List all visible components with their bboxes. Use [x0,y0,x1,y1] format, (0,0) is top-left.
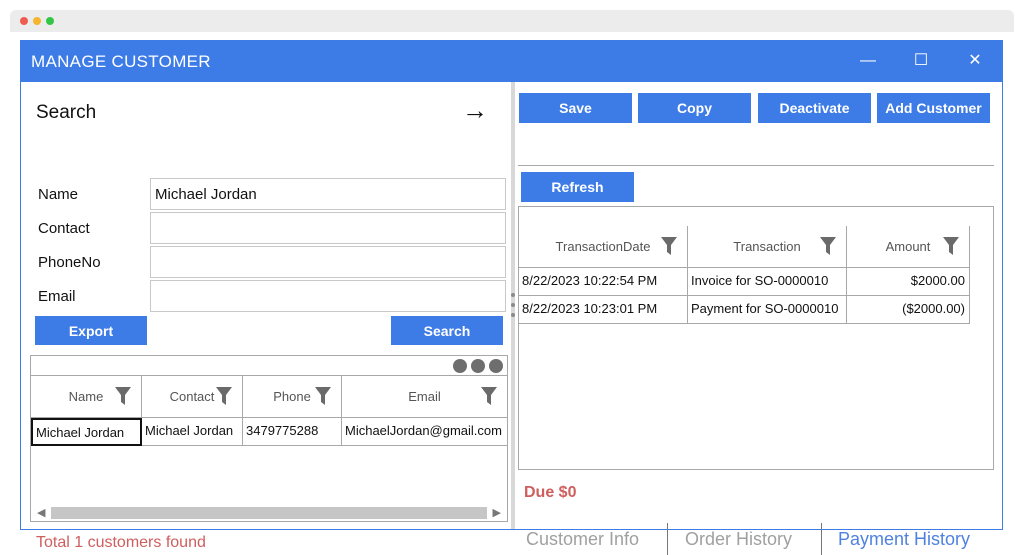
save-button[interactable]: Save [519,93,632,123]
copy-button[interactable]: Copy [638,93,751,123]
transaction-cell-date[interactable]: 8/22/2023 10:22:54 PM [519,268,688,296]
transaction-cell-amount[interactable]: ($2000.00) [847,296,970,324]
filter-icon[interactable] [481,387,497,405]
refresh-button[interactable]: Refresh [521,172,634,202]
splitter-grip-dot [511,313,515,317]
maximize-icon[interactable]: ☐ [908,49,934,73]
tab-customer-info[interactable]: Customer Info [526,529,639,550]
filter-icon[interactable] [216,387,232,405]
transaction-cell-description[interactable]: Invoice for SO-0000010 [688,268,847,296]
email-input[interactable] [150,280,506,312]
grid-option-dot-icon[interactable] [489,359,503,373]
transaction-grid: TransactionDate Transaction Amount 8/22/… [518,206,994,470]
due-amount: Due $0 [524,484,577,501]
search-heading: Search [36,102,97,123]
maximize-dot-icon[interactable] [46,17,54,25]
column-header-phone[interactable]: Phone [243,376,342,418]
customer-cell-contact[interactable]: Michael Jordan [142,418,243,446]
divider [518,165,994,166]
customer-cell-email[interactable]: MichaelJordan@gmail.com [342,418,507,446]
contact-label: Contact [38,220,90,237]
scroll-right-icon[interactable]: ▶ [493,506,501,519]
minimize-dot-icon[interactable] [33,17,41,25]
search-button[interactable]: Search [391,316,503,345]
column-header-name[interactable]: Name [31,376,142,418]
grid-option-dot-icon[interactable] [471,359,485,373]
panel-splitter[interactable] [511,82,515,529]
column-header-email[interactable]: Email [342,376,507,418]
add-customer-button[interactable]: Add Customer [877,93,990,123]
tab-payment-history[interactable]: Payment History [838,529,970,550]
customer-cell-phone[interactable]: 3479775288 [243,418,342,446]
name-label: Name [38,186,79,203]
filter-icon[interactable] [661,237,677,255]
filter-icon[interactable] [820,237,836,255]
minimize-icon[interactable]: — [855,49,881,73]
export-button[interactable]: Export [35,316,147,345]
transaction-cell-description[interactable]: Payment for SO-0000010 [688,296,847,324]
email-label: Email [38,288,76,305]
tab-separator [821,523,822,555]
customer-grid: Name Contact Phone Email Michael Jordan … [30,355,508,522]
arrow-right-icon[interactable]: → [462,96,492,124]
tab-order-history[interactable]: Order History [685,529,792,550]
manage-customer-window: MANAGE CUSTOMER — ☐ ✕ Search → Name Cont… [20,40,1003,555]
column-header-transaction-date[interactable]: TransactionDate [519,226,688,268]
column-header-amount[interactable]: Amount [847,226,970,268]
details-panel: Save Copy Deactivate Add Customer Refres… [516,82,1002,555]
phone-label: PhoneNo [38,254,101,271]
window-title: MANAGE CUSTOMER [31,52,211,71]
name-input[interactable] [150,178,506,210]
contact-input[interactable] [150,212,506,244]
divider [518,206,994,207]
transaction-cell-amount[interactable]: $2000.00 [847,268,970,296]
tab-separator [667,523,668,555]
transaction-cell-date[interactable]: 8/22/2023 10:23:01 PM [519,296,688,324]
search-panel: Search → Name Contact PhoneNo Email Expo… [21,82,510,551]
scroll-thumb[interactable] [51,507,487,519]
splitter-grip-dot [511,303,515,307]
phone-input[interactable] [150,246,506,278]
customer-cell-name[interactable]: Michael Jordan [31,418,142,446]
column-header-contact[interactable]: Contact [142,376,243,418]
filter-icon[interactable] [115,387,131,405]
title-bar: MANAGE CUSTOMER — ☐ ✕ [21,41,1002,82]
column-header-transaction[interactable]: Transaction [688,226,847,268]
splitter-grip-dot [511,293,515,297]
filter-icon[interactable] [315,387,331,405]
close-dot-icon[interactable] [20,17,28,25]
customer-count-text: Total 1 customers found [36,534,206,551]
filter-icon[interactable] [943,237,959,255]
browser-chrome [10,10,1014,32]
horizontal-scrollbar[interactable]: ◀ ▶ [31,504,507,520]
grid-toolbar [31,356,507,376]
scroll-left-icon[interactable]: ◀ [37,506,45,519]
grid-option-dot-icon[interactable] [453,359,467,373]
deactivate-button[interactable]: Deactivate [758,93,871,123]
close-icon[interactable]: ✕ [962,49,988,73]
